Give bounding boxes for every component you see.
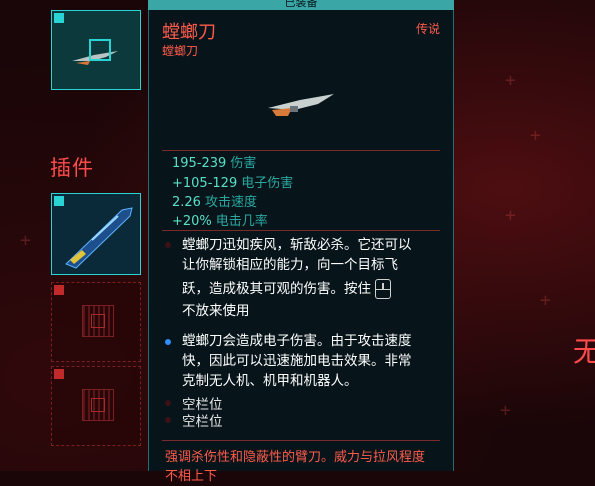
bullet-dim [165, 417, 171, 423]
empty-mod-slot[interactable] [51, 366, 141, 446]
divider [162, 230, 440, 231]
divider [162, 440, 440, 441]
bg-cross-mark: + [20, 230, 31, 251]
mod-slot-1[interactable] [51, 193, 141, 275]
stat-electric-damage: +105-129 电子伤害 [172, 176, 294, 191]
stat-shock-chance: +20% 电击几率 [172, 214, 268, 229]
edge-text: 无 [572, 335, 595, 368]
bg-cross-mark: + [540, 290, 551, 311]
chip-core [91, 398, 105, 412]
item-effect: 螳螂刀会造成电子伤害。由于攻击速度 快，因此可以迅速施加电击效果。非常 克制无人… [182, 333, 412, 389]
stat-damage: 195-239 伤害 [172, 156, 257, 171]
selection-frame [89, 39, 111, 61]
bullet-active [165, 339, 171, 345]
mods-section-label: 插件 [50, 156, 94, 180]
rarity-label: 传说 [415, 22, 440, 36]
mouse-hold-icon [375, 279, 391, 299]
flavor-text: 强调杀伤性和隐蔽性的臂刀。威力与拉风程度 不相上下 [165, 450, 426, 484]
bg-cross-mark: + [505, 70, 516, 91]
empty-slot-label: 空栏位 [182, 414, 223, 430]
slot-corner-mark [54, 285, 64, 295]
mantis-blade-image [268, 94, 334, 116]
bullet-dim [165, 400, 171, 406]
chip-core [91, 314, 105, 328]
bg-cross-mark: + [505, 205, 516, 226]
slot-corner-mark [54, 369, 64, 379]
item-name: 螳螂刀 [162, 22, 216, 43]
bg-cross-mark: + [500, 400, 511, 421]
slot-corner-mark [54, 13, 64, 23]
equipped-header: 已装备 [148, 0, 454, 10]
blade-mod-icon [65, 207, 133, 269]
item-type: 螳螂刀 [162, 44, 199, 58]
bullet-dim [165, 242, 171, 248]
stat-attack-speed: 2.26 攻击速度 [172, 195, 257, 210]
equipped-weapon-slot[interactable] [51, 10, 141, 90]
bg-cross-mark: + [530, 125, 541, 146]
empty-mod-slot[interactable] [51, 282, 141, 362]
divider [162, 150, 440, 151]
item-description: 螳螂刀迅如疾风，斩敌必杀。它还可以 让你解锁相应的能力，向一个目标飞 跃，造成极… [182, 237, 412, 319]
